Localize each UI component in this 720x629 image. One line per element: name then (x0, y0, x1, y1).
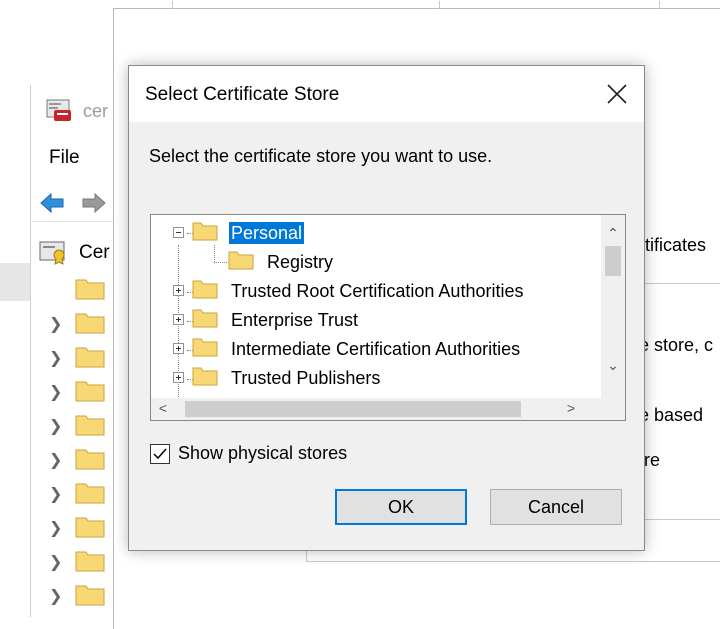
forward-arrow-icon[interactable] (81, 192, 107, 214)
tree-item-personal[interactable]: Personal (151, 219, 601, 247)
chevron-right-icon[interactable]: ❯ (49, 586, 62, 606)
tree-row[interactable]: ❯ (49, 477, 119, 507)
tree-row[interactable]: ❯ (49, 307, 119, 337)
certificate-icon (39, 241, 65, 265)
scroll-right-icon[interactable]: > (561, 400, 581, 416)
checkbox-box[interactable] (150, 444, 170, 464)
folder-icon (192, 367, 218, 386)
tree-row[interactable]: ❯ (49, 579, 119, 609)
tree-item-trusted-publishers[interactable]: Trusted Publishers (151, 364, 601, 392)
menu-file[interactable]: File (49, 147, 80, 169)
tree-row[interactable] (49, 273, 119, 303)
show-physical-stores-label: Show physical stores (178, 443, 348, 463)
folder-icon (192, 280, 218, 299)
scroll-down-icon[interactable]: ⌄ (601, 357, 625, 374)
expand-icon[interactable] (173, 372, 184, 383)
wizard-text-certificates: rtificates (639, 235, 707, 255)
folder-icon (75, 279, 105, 300)
tree-label-trusted-root[interactable]: Trusted Root Certification Authorities (229, 280, 525, 302)
expand-icon[interactable] (173, 343, 184, 354)
tree-item-enterprise-trust[interactable]: Enterprise Trust (151, 306, 601, 334)
chevron-right-icon[interactable]: ❯ (49, 484, 62, 504)
close-icon[interactable] (599, 76, 635, 112)
scrollbar-corner (601, 398, 625, 420)
tree-row[interactable]: ❯ (49, 545, 119, 575)
chevron-right-icon[interactable]: ❯ (49, 416, 62, 436)
dialog-titlebar: Select Certificate Store (129, 66, 644, 122)
folder-icon (75, 551, 105, 572)
folder-icon (228, 251, 254, 270)
chevron-right-icon[interactable]: ❯ (49, 450, 62, 470)
dialog-prompt: Select the certificate store you want to… (149, 146, 493, 166)
tree-row[interactable]: ❯ (49, 375, 119, 405)
wizard-text-store: e store, c (639, 335, 714, 355)
tree-label-enterprise-trust[interactable]: Enterprise Trust (229, 309, 360, 331)
checkmark-icon (153, 448, 167, 460)
wizard-text-based: e based (639, 405, 704, 425)
wizard-divider (306, 561, 720, 562)
folder-icon (75, 381, 105, 402)
tree-row[interactable]: ❯ (49, 511, 119, 541)
store-tree[interactable]: Personal Registry Trusted Root Certifica… (150, 214, 626, 421)
folder-icon (192, 309, 218, 328)
dialog-title: Select Certificate Store (145, 84, 340, 105)
vertical-scroll-thumb[interactable] (605, 246, 621, 276)
expand-icon[interactable] (173, 314, 184, 325)
expand-icon[interactable] (173, 285, 184, 296)
folder-icon (192, 338, 218, 357)
horizontal-scrollbar[interactable]: < > (151, 398, 601, 420)
tree-row[interactable]: ❯ (49, 341, 119, 371)
wizard-divider (172, 1, 173, 9)
chevron-right-icon[interactable]: ❯ (49, 348, 62, 368)
folder-icon (192, 222, 218, 241)
folder-icon (75, 313, 105, 334)
tree-label-personal[interactable]: Personal (229, 222, 305, 244)
tree-label-registry[interactable]: Registry (265, 251, 335, 273)
tree-item-trusted-root[interactable]: Trusted Root Certification Authorities (151, 277, 601, 305)
ok-button[interactable]: OK (335, 489, 467, 525)
tree-row[interactable]: ❯ (49, 443, 119, 473)
wizard-divider (644, 283, 720, 284)
horizontal-scroll-thumb[interactable] (185, 401, 521, 417)
tree-label-trusted-publishers[interactable]: Trusted Publishers (229, 367, 382, 389)
scroll-up-icon[interactable]: ⌃ (601, 225, 625, 242)
tree-item-registry[interactable]: Registry (151, 248, 601, 276)
folder-icon (75, 585, 105, 606)
tree-label-intermediate[interactable]: Intermediate Certification Authorities (229, 338, 522, 360)
scroll-left-icon[interactable]: < (153, 400, 173, 416)
chevron-right-icon[interactable]: ❯ (49, 382, 62, 402)
background-selection-strip (0, 263, 30, 301)
certmgr-app-icon (46, 99, 71, 121)
folder-icon (75, 483, 105, 504)
folder-icon (75, 517, 105, 538)
chevron-right-icon[interactable]: ❯ (49, 314, 62, 334)
collapse-icon[interactable] (173, 227, 184, 238)
certmgr-title: cer (83, 101, 109, 121)
select-certificate-store-dialog: Select Certificate Store Select the cert… (128, 65, 645, 551)
tree-root-label[interactable]: Cer (79, 242, 110, 264)
wizard-divider (659, 1, 660, 9)
vertical-scrollbar[interactable]: ⌃ ⌄ (601, 215, 625, 399)
wizard-text-re: re (644, 450, 661, 470)
back-arrow-icon[interactable] (39, 192, 65, 214)
certmgr-tree: Cer ❯ ❯ ❯ ❯ ❯ ❯ ❯ ❯ ❯ (31, 225, 117, 625)
tree-row[interactable]: ❯ (49, 409, 119, 439)
chevron-right-icon[interactable]: ❯ (49, 518, 62, 538)
folder-icon (75, 449, 105, 470)
wizard-divider (439, 1, 440, 9)
chevron-right-icon[interactable]: ❯ (49, 552, 62, 572)
tree-item-intermediate[interactable]: Intermediate Certification Authorities (151, 335, 601, 363)
cancel-button[interactable]: Cancel (490, 489, 622, 525)
folder-icon (75, 415, 105, 436)
folder-icon (75, 347, 105, 368)
wizard-divider (644, 519, 720, 520)
